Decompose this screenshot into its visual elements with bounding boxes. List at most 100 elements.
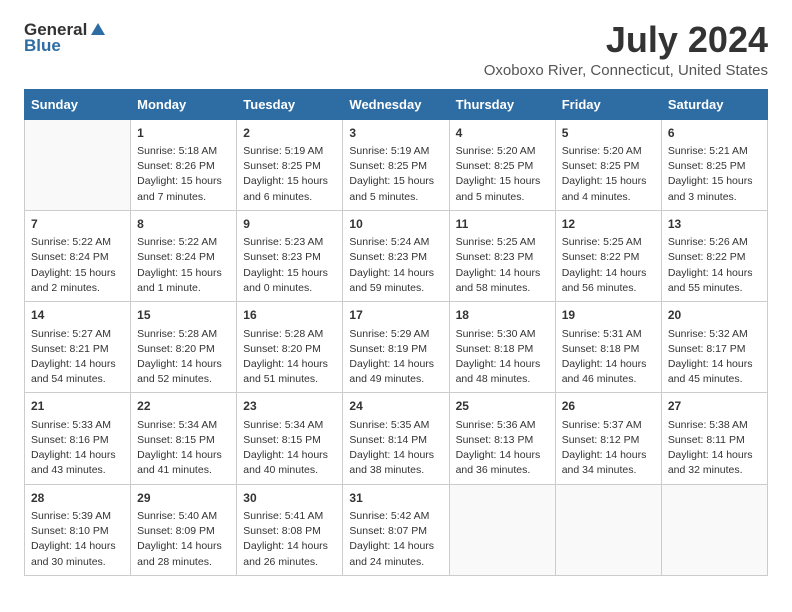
- calendar-cell: 16Sunrise: 5:28 AMSunset: 8:20 PMDayligh…: [237, 302, 343, 393]
- day-info: and 54 minutes.: [31, 372, 124, 387]
- day-info: Sunset: 8:25 PM: [349, 159, 442, 174]
- day-info: and 49 minutes.: [349, 372, 442, 387]
- calendar-cell: 14Sunrise: 5:27 AMSunset: 8:21 PMDayligh…: [25, 302, 131, 393]
- day-number: 4: [456, 125, 549, 142]
- calendar-cell: 29Sunrise: 5:40 AMSunset: 8:09 PMDayligh…: [131, 484, 237, 575]
- day-number: 11: [456, 216, 549, 233]
- day-info: and 34 minutes.: [562, 463, 655, 478]
- day-info: Daylight: 15 hours: [137, 174, 230, 189]
- calendar-cell: 4Sunrise: 5:20 AMSunset: 8:25 PMDaylight…: [449, 119, 555, 210]
- day-number: 23: [243, 398, 336, 415]
- calendar-cell: [25, 119, 131, 210]
- day-info: and 58 minutes.: [456, 281, 549, 296]
- day-info: and 1 minute.: [137, 281, 230, 296]
- day-info: Sunrise: 5:19 AM: [349, 144, 442, 159]
- calendar-cell: 23Sunrise: 5:34 AMSunset: 8:15 PMDayligh…: [237, 393, 343, 484]
- calendar-cell: 30Sunrise: 5:41 AMSunset: 8:08 PMDayligh…: [237, 484, 343, 575]
- calendar-cell: 11Sunrise: 5:25 AMSunset: 8:23 PMDayligh…: [449, 210, 555, 301]
- day-info: Sunset: 8:25 PM: [243, 159, 336, 174]
- day-info: Sunrise: 5:28 AM: [243, 327, 336, 342]
- day-info: Sunset: 8:08 PM: [243, 524, 336, 539]
- calendar-cell: 9Sunrise: 5:23 AMSunset: 8:23 PMDaylight…: [237, 210, 343, 301]
- day-info: Sunset: 8:23 PM: [456, 250, 549, 265]
- day-info: Sunrise: 5:31 AM: [562, 327, 655, 342]
- calendar-cell: 17Sunrise: 5:29 AMSunset: 8:19 PMDayligh…: [343, 302, 449, 393]
- day-number: 15: [137, 307, 230, 324]
- day-info: Sunrise: 5:26 AM: [668, 235, 761, 250]
- day-info: Sunrise: 5:25 AM: [456, 235, 549, 250]
- day-info: Daylight: 14 hours: [31, 539, 124, 554]
- day-info: Sunset: 8:15 PM: [243, 433, 336, 448]
- day-info: Sunrise: 5:18 AM: [137, 144, 230, 159]
- day-info: Daylight: 14 hours: [349, 266, 442, 281]
- header-day-sunday: Sunday: [25, 89, 131, 119]
- header-day-friday: Friday: [555, 89, 661, 119]
- day-info: Sunset: 8:07 PM: [349, 524, 442, 539]
- day-info: Sunrise: 5:21 AM: [668, 144, 761, 159]
- day-number: 25: [456, 398, 549, 415]
- day-info: and 0 minutes.: [243, 281, 336, 296]
- day-info: Sunset: 8:25 PM: [562, 159, 655, 174]
- calendar-cell: 7Sunrise: 5:22 AMSunset: 8:24 PMDaylight…: [25, 210, 131, 301]
- calendar-cell: 31Sunrise: 5:42 AMSunset: 8:07 PMDayligh…: [343, 484, 449, 575]
- day-info: and 24 minutes.: [349, 555, 442, 570]
- day-info: Sunrise: 5:34 AM: [243, 418, 336, 433]
- day-number: 14: [31, 307, 124, 324]
- day-info: Sunset: 8:12 PM: [562, 433, 655, 448]
- calendar-cell: [661, 484, 767, 575]
- day-number: 5: [562, 125, 655, 142]
- day-info: Daylight: 15 hours: [31, 266, 124, 281]
- calendar-cell: 3Sunrise: 5:19 AMSunset: 8:25 PMDaylight…: [343, 119, 449, 210]
- header-day-thursday: Thursday: [449, 89, 555, 119]
- day-info: Daylight: 14 hours: [456, 357, 549, 372]
- logo-blue: Blue: [24, 36, 61, 56]
- day-info: Sunset: 8:23 PM: [243, 250, 336, 265]
- day-info: and 28 minutes.: [137, 555, 230, 570]
- day-info: Daylight: 14 hours: [562, 266, 655, 281]
- day-info: Daylight: 14 hours: [137, 539, 230, 554]
- day-number: 21: [31, 398, 124, 415]
- day-number: 12: [562, 216, 655, 233]
- calendar-cell: 21Sunrise: 5:33 AMSunset: 8:16 PMDayligh…: [25, 393, 131, 484]
- week-row-3: 14Sunrise: 5:27 AMSunset: 8:21 PMDayligh…: [25, 302, 768, 393]
- calendar-cell: [555, 484, 661, 575]
- day-number: 18: [456, 307, 549, 324]
- day-info: and 51 minutes.: [243, 372, 336, 387]
- day-info: Sunrise: 5:20 AM: [562, 144, 655, 159]
- day-info: and 38 minutes.: [349, 463, 442, 478]
- day-number: 27: [668, 398, 761, 415]
- day-number: 28: [31, 490, 124, 507]
- day-info: and 59 minutes.: [349, 281, 442, 296]
- day-info: Sunrise: 5:38 AM: [668, 418, 761, 433]
- day-info: Sunrise: 5:32 AM: [668, 327, 761, 342]
- day-info: Sunset: 8:24 PM: [137, 250, 230, 265]
- day-info: Sunset: 8:22 PM: [668, 250, 761, 265]
- day-number: 31: [349, 490, 442, 507]
- day-info: Daylight: 15 hours: [243, 174, 336, 189]
- day-info: and 45 minutes.: [668, 372, 761, 387]
- day-info: and 52 minutes.: [137, 372, 230, 387]
- day-info: Daylight: 15 hours: [668, 174, 761, 189]
- day-number: 24: [349, 398, 442, 415]
- day-info: and 48 minutes.: [456, 372, 549, 387]
- calendar-cell: 15Sunrise: 5:28 AMSunset: 8:20 PMDayligh…: [131, 302, 237, 393]
- day-info: Sunrise: 5:20 AM: [456, 144, 549, 159]
- page-header: General Blue July 2024 Oxoboxo River, Co…: [24, 20, 768, 79]
- calendar-cell: 25Sunrise: 5:36 AMSunset: 8:13 PMDayligh…: [449, 393, 555, 484]
- week-row-1: 1Sunrise: 5:18 AMSunset: 8:26 PMDaylight…: [25, 119, 768, 210]
- calendar-cell: 13Sunrise: 5:26 AMSunset: 8:22 PMDayligh…: [661, 210, 767, 301]
- day-info: Daylight: 14 hours: [668, 448, 761, 463]
- day-number: 16: [243, 307, 336, 324]
- calendar-cell: 10Sunrise: 5:24 AMSunset: 8:23 PMDayligh…: [343, 210, 449, 301]
- day-info: Sunrise: 5:29 AM: [349, 327, 442, 342]
- day-info: Sunrise: 5:30 AM: [456, 327, 549, 342]
- day-info: Daylight: 14 hours: [137, 357, 230, 372]
- week-row-2: 7Sunrise: 5:22 AMSunset: 8:24 PMDaylight…: [25, 210, 768, 301]
- day-info: Sunrise: 5:41 AM: [243, 509, 336, 524]
- day-info: Sunrise: 5:28 AM: [137, 327, 230, 342]
- day-info: Sunset: 8:11 PM: [668, 433, 761, 448]
- day-info: and 56 minutes.: [562, 281, 655, 296]
- day-info: and 43 minutes.: [31, 463, 124, 478]
- header-day-wednesday: Wednesday: [343, 89, 449, 119]
- day-number: 17: [349, 307, 442, 324]
